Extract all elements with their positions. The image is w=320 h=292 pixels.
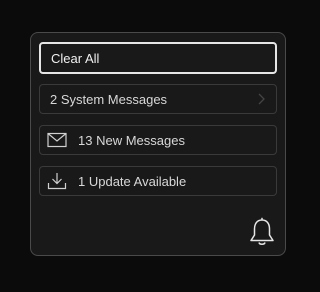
clear-all-label: Clear All xyxy=(51,50,100,66)
chevron-right-icon xyxy=(258,93,265,105)
bell-icon[interactable] xyxy=(249,217,275,247)
new-messages-label: 13 New Messages xyxy=(78,132,185,148)
new-messages-item[interactable]: 13 New Messages xyxy=(39,125,277,155)
update-available-item[interactable]: 1 Update Available xyxy=(39,166,277,196)
download-icon xyxy=(46,171,68,191)
system-messages-label: 2 System Messages xyxy=(50,91,168,107)
notification-panel: Clear All 2 System Messages 13 New Messa… xyxy=(30,32,286,256)
envelope-icon xyxy=(46,130,68,150)
screen: Clear All 2 System Messages 13 New Messa… xyxy=(0,0,314,292)
system-messages-item[interactable]: 2 System Messages xyxy=(39,84,277,114)
update-available-label: 1 Update Available xyxy=(78,173,187,189)
clear-all-button[interactable]: Clear All xyxy=(39,42,277,74)
